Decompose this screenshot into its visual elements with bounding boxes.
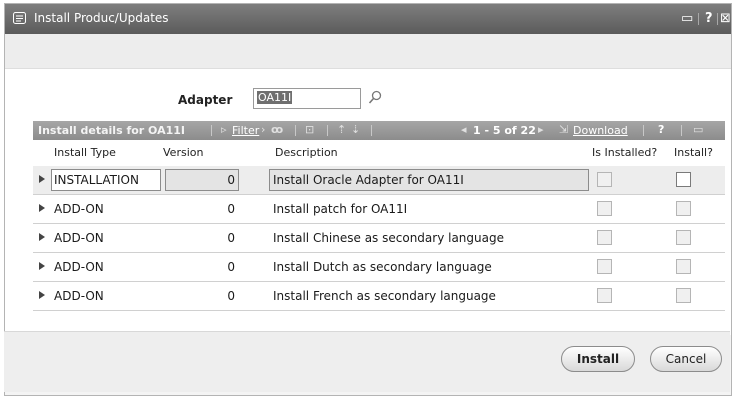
description: Install Dutch as secondary language: [273, 260, 492, 274]
expand-icon[interactable]: ⊡: [305, 123, 314, 136]
expand-row-icon[interactable]: [39, 175, 45, 183]
expand-row-icon[interactable]: [39, 291, 45, 299]
column-header-version: Version: [163, 146, 204, 159]
description: Install French as secondary language: [273, 289, 496, 303]
is-installed-checkbox: [597, 201, 612, 216]
table-row[interactable]: ADD-ON 0 Install Dutch as secondary lang…: [33, 253, 725, 282]
is-installed-checkbox: [597, 288, 612, 303]
toolbar-divider: [371, 125, 372, 136]
is-installed-checkbox: [597, 230, 612, 245]
adapter-label: Adapter: [178, 93, 233, 107]
search-icon[interactable]: [368, 90, 382, 106]
close-icon[interactable]: ⊠: [720, 11, 731, 26]
maximize-grid-icon[interactable]: ▭: [693, 123, 703, 136]
next-page-icon[interactable]: ▸: [538, 123, 544, 136]
toolbar-divider: [327, 125, 328, 136]
move-down-icon[interactable]: ⇣: [351, 123, 360, 136]
table-row[interactable]: ADD-ON 0 Install Chinese as secondary la…: [33, 224, 725, 253]
install-checkbox[interactable]: [676, 288, 691, 303]
install-checkbox[interactable]: [676, 259, 691, 274]
column-header-install: Install?: [674, 146, 713, 159]
move-up-icon[interactable]: ⇡: [337, 123, 346, 136]
version: 0: [227, 202, 235, 216]
version: 0: [227, 260, 235, 274]
description: Install patch for OA11I: [273, 202, 408, 216]
toolbar-divider: [643, 125, 644, 136]
maximize-icon[interactable]: ▭: [681, 11, 693, 26]
grid-toolbar: Install details for OA11I ▹ Filter › ꝏ ⊡…: [33, 121, 725, 140]
title-divider: [698, 13, 699, 25]
install-checkbox[interactable]: [676, 230, 691, 245]
toolbar-divider: [681, 125, 682, 136]
grid-help-icon[interactable]: ?: [658, 123, 664, 136]
adapter-value: OA11I: [257, 91, 293, 104]
install-type: ADD-ON: [54, 260, 104, 274]
title-divider: [717, 13, 718, 25]
table-row[interactable]: ADD-ON 0 Install French as secondary lan…: [33, 282, 725, 311]
chevron-right-icon: ›: [261, 123, 266, 136]
install-checkbox[interactable]: [676, 172, 691, 187]
toolbar-divider: [295, 125, 296, 136]
pager-text: 1 - 5 of 22: [473, 124, 536, 137]
description: Install Chinese as secondary language: [273, 231, 504, 245]
table-row[interactable]: INSTALLATION 0 Install Oracle Adapter fo…: [33, 166, 725, 195]
install-checkbox[interactable]: [676, 201, 691, 216]
find-icon[interactable]: ꝏ: [271, 123, 283, 136]
toolbar-divider: [211, 125, 212, 136]
expand-row-icon[interactable]: [39, 204, 45, 212]
install-type: ADD-ON: [54, 289, 104, 303]
install-type: ADD-ON: [54, 202, 104, 216]
table-row[interactable]: ADD-ON 0 Install patch for OA11I: [33, 195, 725, 224]
toolbar-strip: [5, 34, 731, 69]
filter-icon: ▹: [221, 123, 227, 136]
expand-row-icon[interactable]: [39, 262, 45, 270]
column-header-install-type: Install Type: [54, 146, 116, 159]
window-title: Install Produc/Updates: [34, 11, 169, 25]
expand-row-icon[interactable]: [39, 233, 45, 241]
title-bar: Install Produc/Updates ▭ ? ⊠: [5, 4, 731, 34]
install-type: INSTALLATION: [54, 173, 139, 187]
install-type: ADD-ON: [54, 231, 104, 245]
help-icon[interactable]: ?: [705, 11, 713, 26]
version: 0: [227, 173, 235, 187]
grid-title: Install details for OA11I: [38, 124, 186, 137]
cancel-button[interactable]: Cancel: [650, 346, 722, 372]
window-icon: [13, 12, 26, 24]
download-icon[interactable]: ⇲: [559, 123, 568, 136]
description: Install Oracle Adapter for OA11I: [273, 173, 464, 187]
prev-page-icon[interactable]: ◂: [461, 123, 467, 136]
column-header-is-installed: Is Installed?: [592, 146, 658, 159]
adapter-input[interactable]: OA11I: [253, 88, 361, 109]
is-installed-checkbox: [597, 259, 612, 274]
is-installed-checkbox: [597, 172, 612, 187]
filter-link[interactable]: Filter: [232, 124, 259, 137]
install-button[interactable]: Install: [561, 346, 635, 372]
version: 0: [227, 289, 235, 303]
column-header-description: Description: [275, 146, 338, 159]
version: 0: [227, 231, 235, 245]
download-link[interactable]: Download: [573, 124, 628, 137]
